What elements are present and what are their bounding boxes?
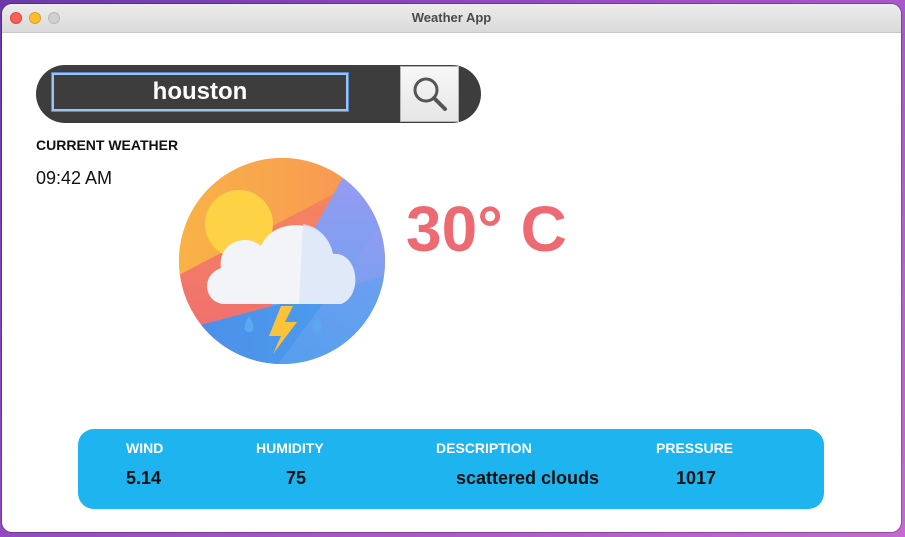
current-time: 09:42 AM (36, 168, 113, 188)
pressure-label: PRESSURE (656, 440, 734, 456)
wind-value: 5.14 (126, 468, 162, 488)
sun-cloud-thunderstorm-icon (179, 158, 385, 364)
pressure-value: 1017 (676, 468, 717, 488)
title-bar: Weather App (2, 4, 901, 33)
temperature-display: 30° C (406, 193, 567, 265)
wind-label: WIND (126, 440, 164, 456)
description-label: DESCRIPTION (436, 440, 532, 456)
search-bar (36, 65, 481, 123)
window-title: Weather App (411, 10, 492, 25)
app-window: Weather App CURRENT WEATHER 09:42 AM (2, 4, 901, 532)
search-input[interactable] (51, 72, 349, 112)
current-weather-heading: CURRENT WEATHER (36, 137, 179, 153)
description-value: scattered clouds (456, 468, 600, 488)
weather-details-panel: WIND 5.14 HUMIDITY 75 DESCRIPTION scatte… (78, 429, 824, 509)
search-button[interactable] (400, 66, 459, 122)
magnifier-icon (413, 77, 447, 111)
humidity-label: HUMIDITY (256, 440, 324, 456)
humidity-value: 75 (286, 468, 307, 488)
